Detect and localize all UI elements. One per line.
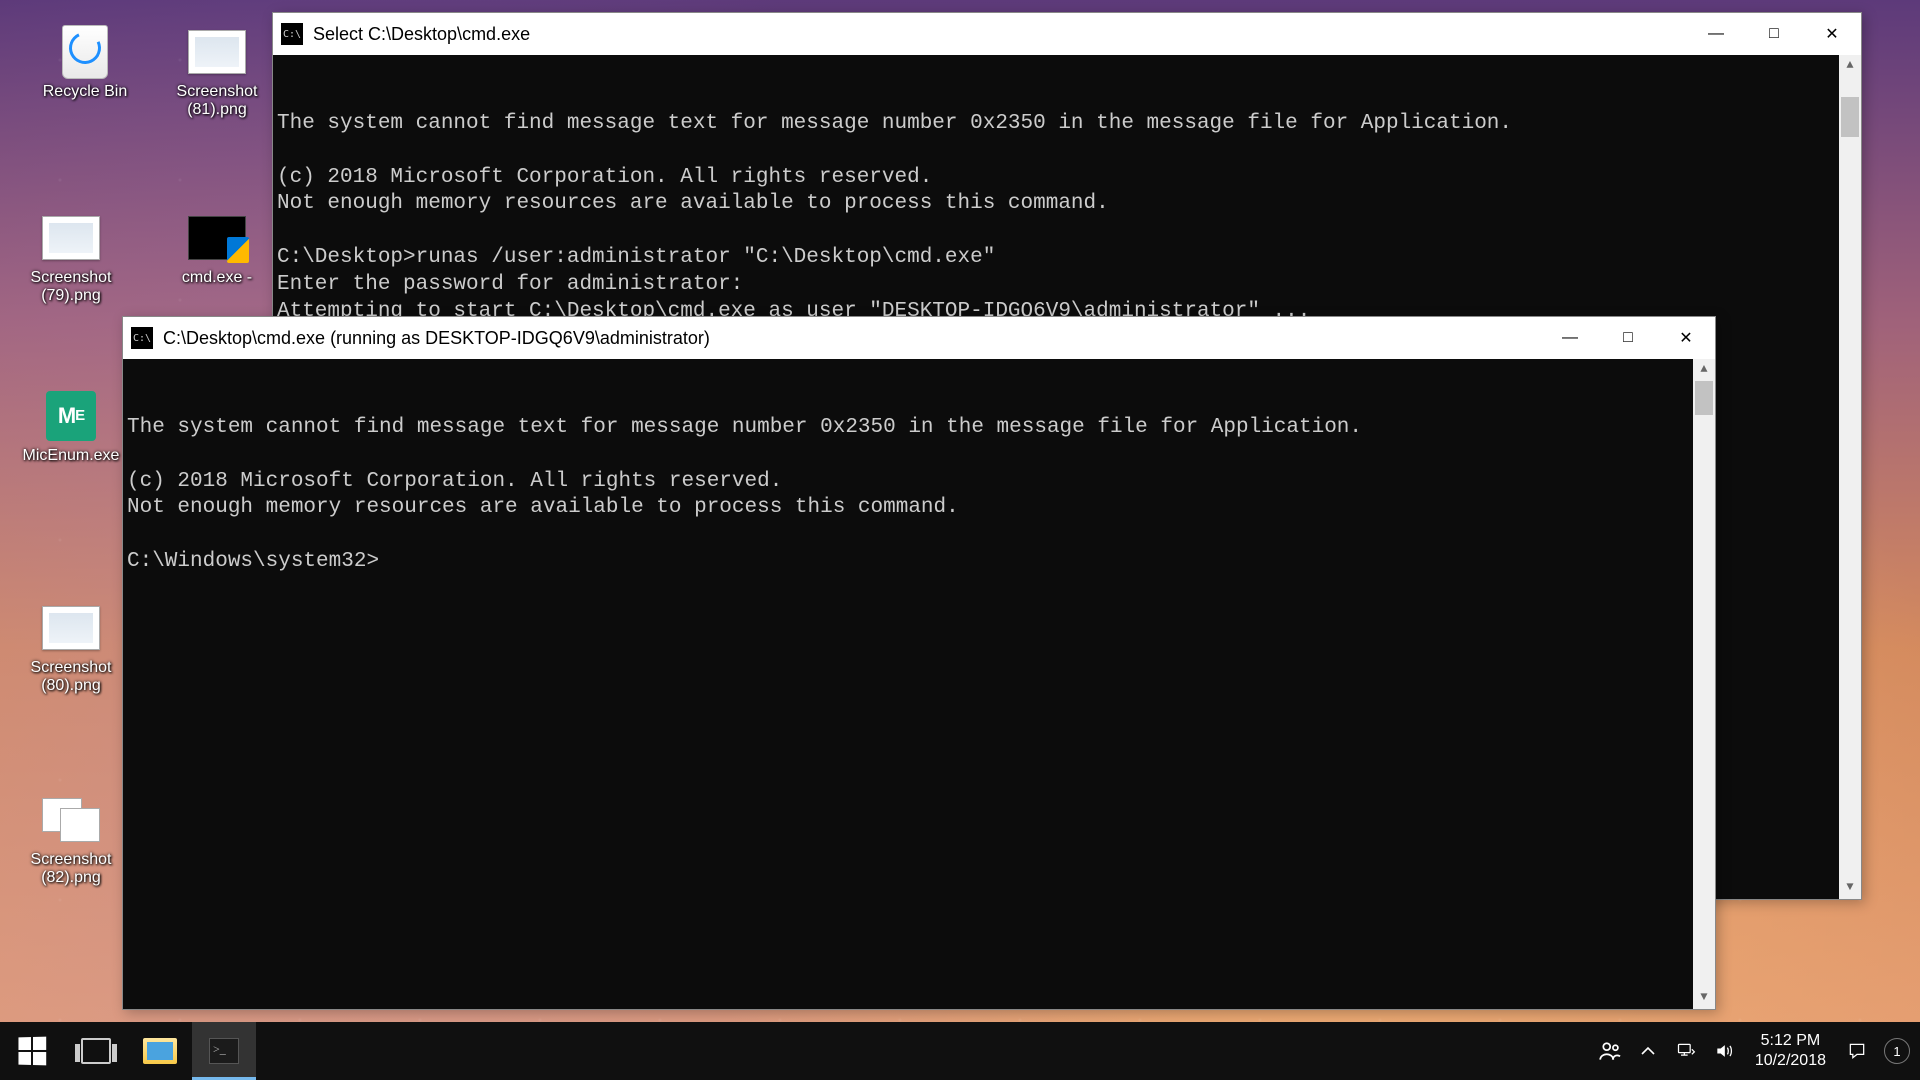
terminal-line <box>277 218 1857 245</box>
scroll-down-button[interactable]: ▼ <box>1839 877 1861 899</box>
scroll-thumb[interactable] <box>1695 381 1713 415</box>
task-view-icon <box>81 1038 111 1064</box>
thumb-icon <box>187 24 247 79</box>
vertical-scrollbar[interactable]: ▲ ▼ <box>1693 359 1715 1009</box>
maximize-button[interactable]: □ <box>1745 13 1803 55</box>
folder-icon <box>143 1038 177 1064</box>
people-icon <box>1597 1038 1623 1064</box>
taskbar: 5:12 PM 10/2/2018 1 <box>0 1022 1920 1080</box>
terminal-line: The system cannot find message text for … <box>127 415 1711 442</box>
icon-label: MicEnum.exe <box>23 447 120 465</box>
desktop-icon-screenshot-79[interactable]: Screenshot (79).png <box>16 210 126 306</box>
double-icon <box>41 792 101 847</box>
window-title: C:\Desktop\cmd.exe (running as DESKTOP-I… <box>163 328 710 349</box>
action-center-button[interactable] <box>1840 1022 1874 1080</box>
recycle-icon <box>55 24 115 79</box>
scroll-track[interactable] <box>1839 77 1861 877</box>
icon-label: Screenshot (81).png <box>162 83 272 120</box>
scroll-up-button[interactable]: ▲ <box>1693 359 1715 381</box>
windows-logo-icon <box>18 1037 46 1066</box>
desktop-icon-screenshot-80[interactable]: Screenshot (80).png <box>16 600 126 696</box>
minimize-button[interactable]: — <box>1687 13 1745 55</box>
vertical-scrollbar[interactable]: ▲ ▼ <box>1839 55 1861 899</box>
desktop-icon-cmd-shortcut[interactable]: cmd.exe - <box>162 210 272 287</box>
terminal-line: (c) 2018 Microsoft Corporation. All righ… <box>127 469 1711 496</box>
clock-date: 10/2/2018 <box>1755 1051 1826 1071</box>
window-title: Select C:\Desktop\cmd.exe <box>313 24 530 45</box>
titlebar[interactable]: C:\ Select C:\Desktop\cmd.exe — □ ✕ <box>273 13 1861 55</box>
scroll-track[interactable] <box>1693 381 1715 987</box>
desktop-icon-screenshot-82[interactable]: Screenshot (82).png <box>16 792 126 888</box>
icon-label: cmd.exe - <box>182 269 252 287</box>
minimize-button[interactable]: — <box>1541 317 1599 359</box>
desktop-icon-recycle-bin[interactable]: Recycle Bin <box>30 24 140 101</box>
terminal-line: Not enough memory resources are availabl… <box>277 191 1857 218</box>
me-icon: ME <box>41 388 101 443</box>
terminal-line: C:\Desktop>runas /user:administrator "C:… <box>277 245 1857 272</box>
thumb-icon <box>41 600 101 655</box>
desktop-icon-micenum[interactable]: ME MicEnum.exe <box>16 388 126 465</box>
tray-overflow-button[interactable] <box>1631 1022 1665 1080</box>
icon-label: Screenshot (80).png <box>16 659 126 696</box>
chevron-up-icon <box>1640 1043 1656 1059</box>
scroll-up-button[interactable]: ▲ <box>1839 55 1861 77</box>
icon-label: Screenshot (79).png <box>16 269 126 306</box>
terminal-output[interactable]: The system cannot find message text for … <box>123 359 1715 1009</box>
badge-count: 1 <box>1893 1044 1900 1059</box>
icon-label: Recycle Bin <box>43 83 127 101</box>
volume-button[interactable] <box>1707 1022 1741 1080</box>
network-button[interactable] <box>1669 1022 1703 1080</box>
terminal-line <box>127 442 1711 469</box>
taskbar-cmd[interactable] <box>192 1022 256 1080</box>
scroll-thumb[interactable] <box>1841 97 1859 137</box>
notification-icon <box>1846 1041 1868 1061</box>
terminal-line: Not enough memory resources are availabl… <box>127 495 1711 522</box>
cmd-window-admin[interactable]: C:\ C:\Desktop\cmd.exe (running as DESKT… <box>122 316 1716 1010</box>
taskbar-clock[interactable]: 5:12 PM 10/2/2018 <box>1745 1031 1836 1071</box>
cmd-icon <box>187 210 247 265</box>
desktop-icon-screenshot-81[interactable]: Screenshot (81).png <box>162 24 272 120</box>
thumb-icon <box>41 210 101 265</box>
close-button[interactable]: ✕ <box>1657 317 1715 359</box>
people-button[interactable] <box>1593 1022 1627 1080</box>
speaker-icon <box>1713 1041 1735 1061</box>
titlebar[interactable]: C:\ C:\Desktop\cmd.exe (running as DESKT… <box>123 317 1715 359</box>
cmd-icon: C:\ <box>281 23 303 45</box>
taskbar-file-explorer[interactable] <box>128 1022 192 1080</box>
terminal-line: C:\Windows\system32> <box>127 549 1711 576</box>
cmd-icon: C:\ <box>131 327 153 349</box>
terminal-line: (c) 2018 Microsoft Corporation. All righ… <box>277 165 1857 192</box>
terminal-line <box>127 522 1711 549</box>
close-button[interactable]: ✕ <box>1803 13 1861 55</box>
maximize-button[interactable]: □ <box>1599 317 1657 359</box>
clock-time: 5:12 PM <box>1755 1031 1826 1051</box>
task-view-button[interactable] <box>64 1022 128 1080</box>
icon-label: Screenshot (82).png <box>16 851 126 888</box>
terminal-line <box>277 138 1857 165</box>
terminal-line: The system cannot find message text for … <box>277 111 1857 138</box>
scroll-down-button[interactable]: ▼ <box>1693 987 1715 1009</box>
start-button[interactable] <box>0 1022 64 1080</box>
terminal-line: Enter the password for administrator: <box>277 272 1857 299</box>
network-icon <box>1675 1041 1697 1061</box>
action-center-badge[interactable]: 1 <box>1884 1038 1910 1064</box>
cmd-icon <box>209 1038 239 1064</box>
